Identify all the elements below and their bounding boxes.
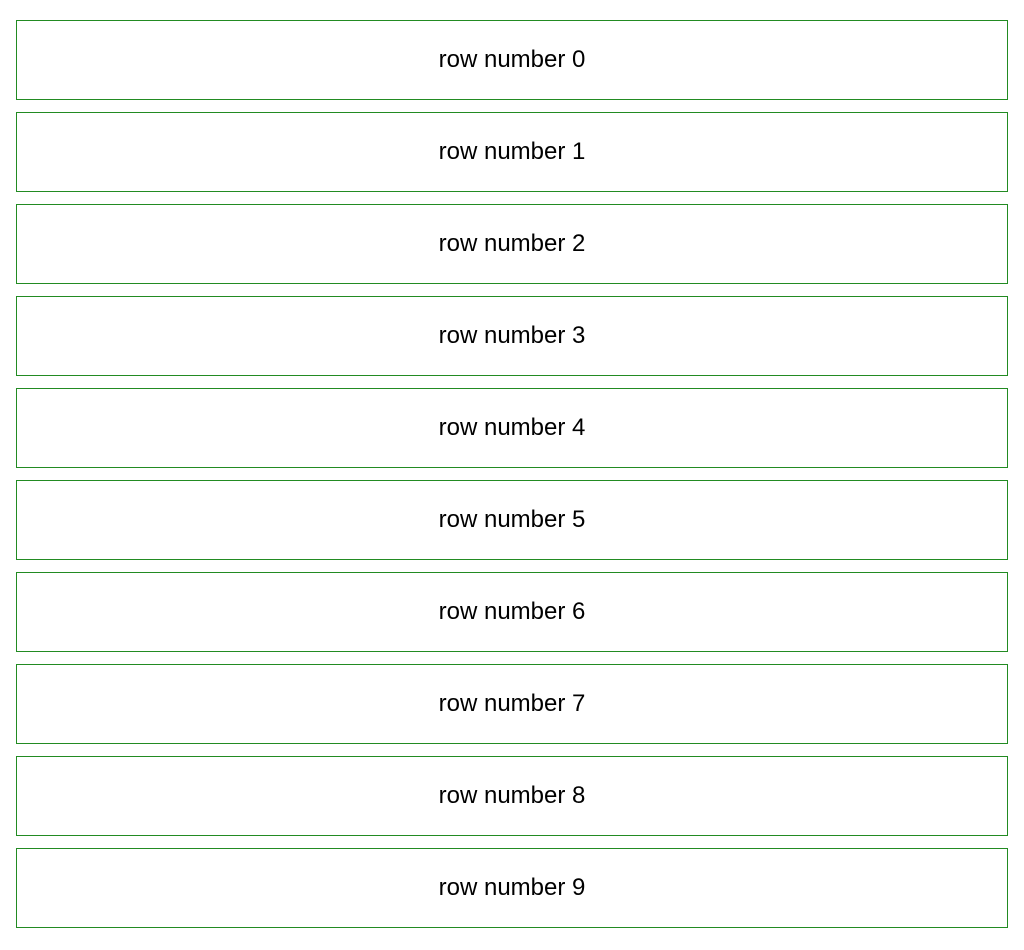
row-label: row number 4: [439, 414, 586, 442]
list-item: row number 6: [16, 572, 1008, 652]
list-item: row number 4: [16, 388, 1008, 468]
list-item: row number 0: [16, 20, 1008, 100]
list-item: row number 7: [16, 664, 1008, 744]
row-label: row number 1: [439, 138, 586, 166]
list-item: row number 5: [16, 480, 1008, 560]
row-label: row number 7: [439, 690, 586, 718]
list-item: row number 1: [16, 112, 1008, 192]
list-item: row number 9: [16, 848, 1008, 928]
row-label: row number 2: [439, 230, 586, 258]
row-list: row number 0 row number 1 row number 2 r…: [16, 20, 1008, 928]
row-label: row number 3: [439, 322, 586, 350]
row-label: row number 5: [439, 506, 586, 534]
row-label: row number 8: [439, 782, 586, 810]
row-label: row number 0: [439, 46, 586, 74]
row-label: row number 9: [439, 874, 586, 902]
row-label: row number 6: [439, 598, 586, 626]
list-item: row number 2: [16, 204, 1008, 284]
list-item: row number 8: [16, 756, 1008, 836]
list-item: row number 3: [16, 296, 1008, 376]
